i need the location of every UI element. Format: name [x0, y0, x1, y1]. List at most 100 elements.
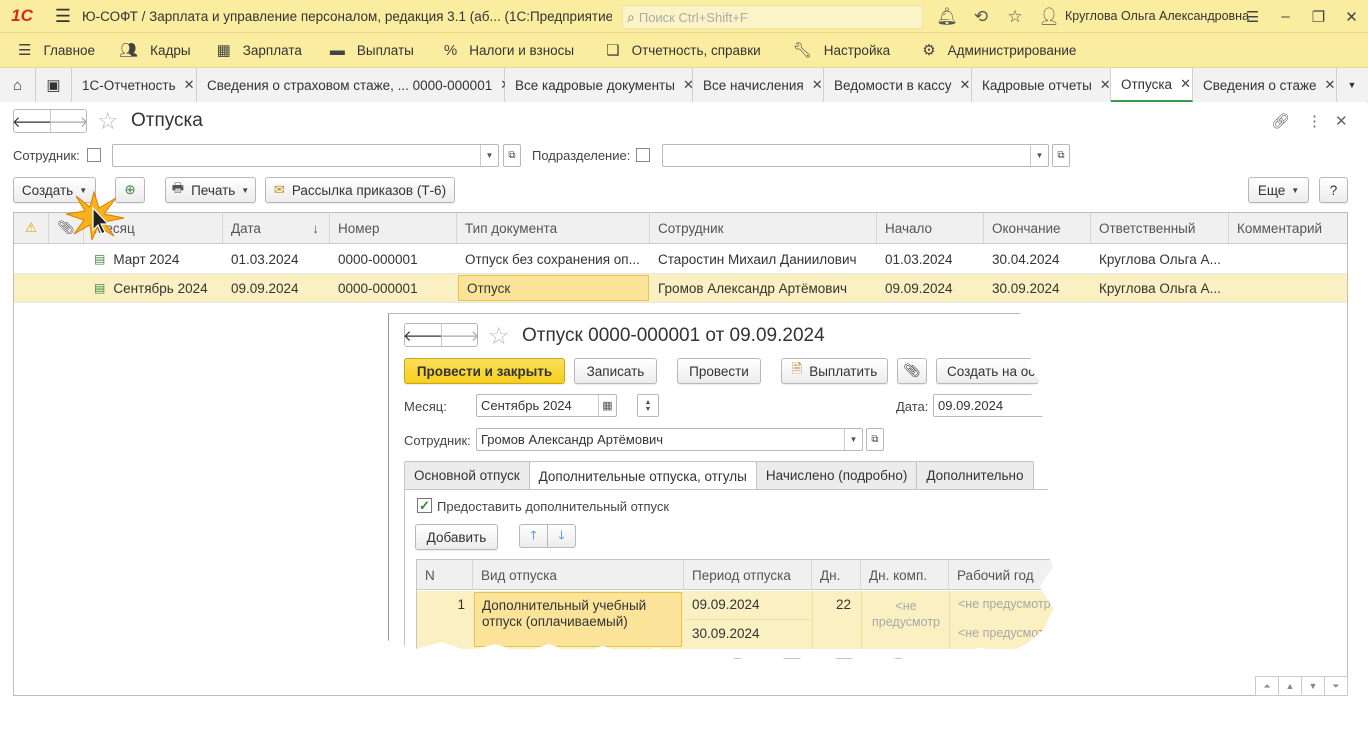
- favorites-star-icon[interactable]: ☆: [998, 7, 1032, 27]
- save-button[interactable]: Записать: [574, 358, 657, 384]
- back-arrow-icon[interactable]: 🡐: [12, 110, 52, 132]
- menu-item-settings[interactable]: 🔧︎ Настройка: [793, 41, 891, 59]
- close-form-icon[interactable]: ✕: [1335, 112, 1348, 130]
- menu-item-taxes[interactable]: % Налоги и взносы: [444, 42, 574, 59]
- close-tab-icon[interactable]: ✕: [960, 77, 971, 93]
- department-filter-checkbox[interactable]: [636, 148, 650, 162]
- menu-item-admin[interactable]: ⚙ Администрирование: [922, 41, 1076, 59]
- stepper-down-icon[interactable]: ▼: [645, 406, 652, 413]
- tab-1c-reporting[interactable]: 1С-Отчетность ✕: [72, 68, 197, 102]
- table-row[interactable]: ▤ Март 2024 01.03.2024 0000-000001 Отпуск…: [14, 245, 1347, 274]
- bell-icon[interactable]: 🔔︎: [930, 7, 964, 27]
- move-down-icon[interactable]: 🡓: [547, 524, 576, 548]
- minimize-icon[interactable]: –: [1269, 8, 1302, 25]
- tab-cash-statements[interactable]: Ведомости в кассу ✕: [824, 68, 972, 102]
- scroll-last-icon[interactable]: ⏷: [1324, 676, 1348, 696]
- close-tab-icon[interactable]: ✕: [1100, 77, 1111, 93]
- scroll-down-icon[interactable]: ▼: [1301, 676, 1325, 696]
- more-vertical-icon[interactable]: ⋮: [1307, 112, 1322, 130]
- help-button[interactable]: ?: [1319, 177, 1348, 203]
- add-row-button[interactable]: Добавить: [415, 524, 498, 550]
- hamburger-menu-icon[interactable]: ☰: [44, 0, 82, 33]
- col-days[interactable]: Дн.: [812, 560, 861, 590]
- col-n[interactable]: N: [417, 560, 473, 590]
- link-icon[interactable]: 🔗︎: [1271, 112, 1290, 130]
- col-vacation-kind[interactable]: Вид отпуска: [473, 560, 684, 590]
- employee-filter-checkbox[interactable]: [87, 148, 101, 162]
- tab-hr-documents[interactable]: Все кадровые документы ✕: [505, 68, 694, 102]
- col-end[interactable]: Окончание: [984, 213, 1091, 243]
- user-icon[interactable]: 👤︎: [1032, 7, 1066, 27]
- tabs-more-button[interactable]: ▼: [1337, 68, 1367, 102]
- employee-field[interactable]: Громов Александр Артёмович ▼: [476, 428, 863, 451]
- col-doc-type[interactable]: Тип документа: [457, 213, 650, 243]
- settings-lines-icon[interactable]: ☰: [1236, 8, 1269, 26]
- open-icon[interactable]: ⧉: [866, 428, 884, 451]
- tab-experience[interactable]: Сведения о стаже ✕: [1193, 68, 1337, 102]
- month-field[interactable]: Сентябрь 2024 ▦: [476, 394, 617, 417]
- dropdown-icon[interactable]: ▼: [480, 145, 498, 166]
- tab-accrued-detailed[interactable]: Начислено (подробно): [755, 461, 918, 489]
- current-user[interactable]: Круглова Ольга Александровна: [1065, 9, 1249, 23]
- tab-all-accruals[interactable]: Все начисления ✕: [693, 68, 824, 102]
- post-button[interactable]: Провести: [677, 358, 761, 384]
- col-comp-days[interactable]: Дн. комп.: [861, 560, 949, 590]
- date-field[interactable]: 09.09.2024: [933, 394, 1054, 417]
- attach-file-button[interactable]: 📎︎: [897, 358, 927, 384]
- col-start[interactable]: Начало: [877, 213, 984, 243]
- employee-filter-field[interactable]: ▼: [112, 144, 499, 167]
- menu-item-reports[interactable]: ❏ Отчетность, справки: [606, 41, 761, 59]
- close-tab-icon[interactable]: ✕: [1325, 77, 1336, 93]
- create-based-on-button[interactable]: Создать на основ: [936, 358, 1054, 384]
- menu-item-salary[interactable]: ▦ Зарплата: [217, 41, 302, 59]
- dropdown-icon[interactable]: ▼: [844, 429, 862, 450]
- col-responsible[interactable]: Ответственный: [1091, 213, 1229, 243]
- dropdown-icon[interactable]: ▼: [1030, 145, 1048, 166]
- menu-item-payments[interactable]: ▬ Выплаты: [330, 42, 414, 59]
- menu-item-hr[interactable]: 👥︎ Кадры: [119, 41, 191, 59]
- favorite-star-icon[interactable]: ☆: [97, 107, 119, 136]
- tab-additional-vacations[interactable]: Дополнительные отпуска, отгулы: [528, 461, 757, 490]
- pay-button[interactable]: 🗎 Выплатить: [781, 358, 888, 384]
- post-and-close-button[interactable]: Провести и закрыть: [404, 358, 565, 384]
- table-row[interactable]: 1 Дополнительный учебный отпуск (оплачив…: [417, 591, 1054, 649]
- department-filter-field[interactable]: ▼: [662, 144, 1049, 167]
- open-icon[interactable]: ⧉: [1052, 144, 1070, 167]
- warning-column-icon[interactable]: ⚠: [14, 213, 49, 243]
- calendar-icon[interactable]: ▦: [598, 395, 616, 416]
- mailing-orders-button[interactable]: ✉ Рассылка приказов (Т-6): [265, 177, 455, 203]
- print-button[interactable]: 🖶︎ Печать ▼: [165, 177, 256, 203]
- more-button[interactable]: Еще ▼: [1248, 177, 1309, 203]
- tab-main-vacation[interactable]: Основной отпуск: [404, 461, 530, 489]
- open-icon[interactable]: ⧉: [503, 144, 521, 167]
- close-tab-icon[interactable]: ✕: [812, 77, 823, 93]
- global-search-input[interactable]: ⌕ Поиск Ctrl+Shift+F: [622, 5, 923, 29]
- close-tab-icon[interactable]: ✕: [184, 77, 195, 93]
- close-tab-icon[interactable]: ✕: [1180, 76, 1191, 92]
- close-icon[interactable]: ✕: [1335, 8, 1368, 26]
- favorite-star-icon[interactable]: ☆: [488, 322, 510, 351]
- tab-hr-reports[interactable]: Кадровые отчеты ✕: [972, 68, 1111, 102]
- menu-item-main[interactable]: ☰ Главное: [18, 41, 95, 59]
- history-icon[interactable]: ⟲: [964, 7, 998, 27]
- month-stepper[interactable]: ▲ ▼: [637, 394, 659, 417]
- back-arrow-icon[interactable]: 🡐: [403, 324, 443, 346]
- home-tab[interactable]: ⌂: [0, 68, 36, 102]
- col-date[interactable]: Дата ↓: [223, 213, 330, 243]
- restore-icon[interactable]: ❐: [1302, 8, 1335, 26]
- tab-insurance-record[interactable]: Сведения о страховом стаже, ... 0000-000…: [197, 68, 511, 102]
- messages-tab[interactable]: ▣: [36, 68, 72, 102]
- forward-arrow-icon[interactable]: 🡒: [439, 324, 480, 346]
- scroll-first-icon[interactable]: ⏶: [1255, 676, 1279, 696]
- grant-additional-checkbox[interactable]: ✓: [417, 498, 432, 513]
- col-number[interactable]: Номер: [330, 213, 457, 243]
- tab-vacations[interactable]: Отпуска ✕: [1111, 68, 1193, 102]
- tab-additional[interactable]: Дополнительно: [916, 461, 1034, 489]
- forward-arrow-icon[interactable]: 🡒: [48, 110, 89, 132]
- table-row-selected[interactable]: ▤ Сентябрь 2024 09.09.2024 0000-000001 От…: [14, 274, 1347, 303]
- col-vacation-period[interactable]: Период отпуска: [684, 560, 812, 590]
- move-up-icon[interactable]: 🡑: [519, 524, 548, 548]
- col-employee[interactable]: Сотрудник: [650, 213, 877, 243]
- stepper-up-icon[interactable]: ▲: [645, 399, 652, 406]
- col-comment[interactable]: Комментарий: [1229, 213, 1347, 243]
